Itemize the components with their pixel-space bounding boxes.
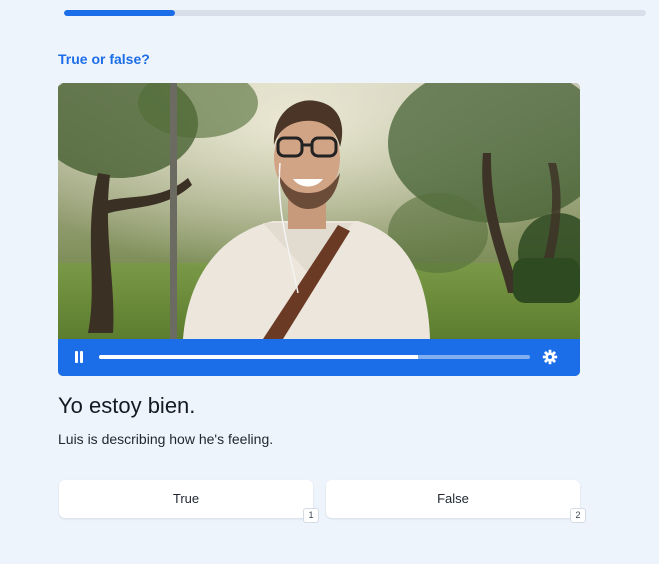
video-seek-fill [99,355,418,359]
true-button-label: True [172,491,200,506]
video-player[interactable] [58,83,580,376]
video-seek-bar[interactable] [99,355,530,359]
lesson-progress-fill [64,10,175,16]
video-frame[interactable] [58,83,580,339]
keyboard-shortcut-badge: 2 [570,508,586,523]
keyboard-shortcut-badge: 1 [303,508,319,523]
false-button[interactable]: False 2 [326,480,586,523]
gear-icon[interactable] [542,349,558,365]
video-controls-bar [58,339,580,376]
spanish-phrase: Yo estoy bien. [58,393,196,418]
pause-icon[interactable] [72,350,86,364]
false-button-label: False [437,491,469,506]
phrase-description: Luis is describing how he's feeling. [58,431,274,447]
question-type-label: True or false? [58,51,150,67]
true-button[interactable]: True 1 [59,480,319,523]
lesson-progress-bar [64,10,646,16]
